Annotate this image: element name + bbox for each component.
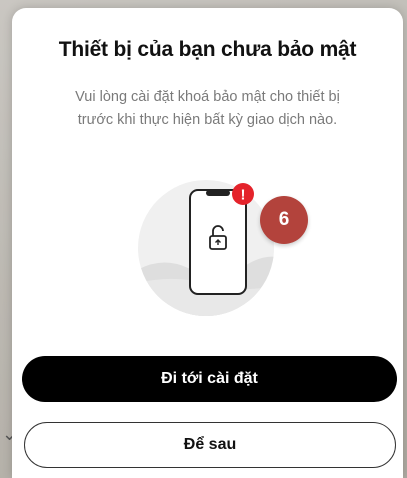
dialog-message-line-1: Vui lòng cài đặt khoá bảo mật cho thiết … <box>75 89 340 105</box>
later-button[interactable]: Để sau <box>24 422 396 468</box>
go-to-settings-button[interactable]: Đi tới cài đặt <box>22 356 397 402</box>
step-number-badge: 6 <box>260 196 308 244</box>
dialog-message-line-2: trước khi thực hiện bất kỳ giao dịch nào… <box>77 112 338 128</box>
alert-badge-icon: ! <box>232 183 254 205</box>
dialog-title: Thiết bị của bạn chưa bảo mật <box>58 38 357 61</box>
dialog-message: Vui lòng cài đặt khoá bảo mật cho thiết … <box>42 86 373 132</box>
phone-unlocked-warning-icon: ! <box>138 180 274 316</box>
alert-glyph: ! <box>241 187 246 204</box>
phone-notch <box>206 190 230 196</box>
